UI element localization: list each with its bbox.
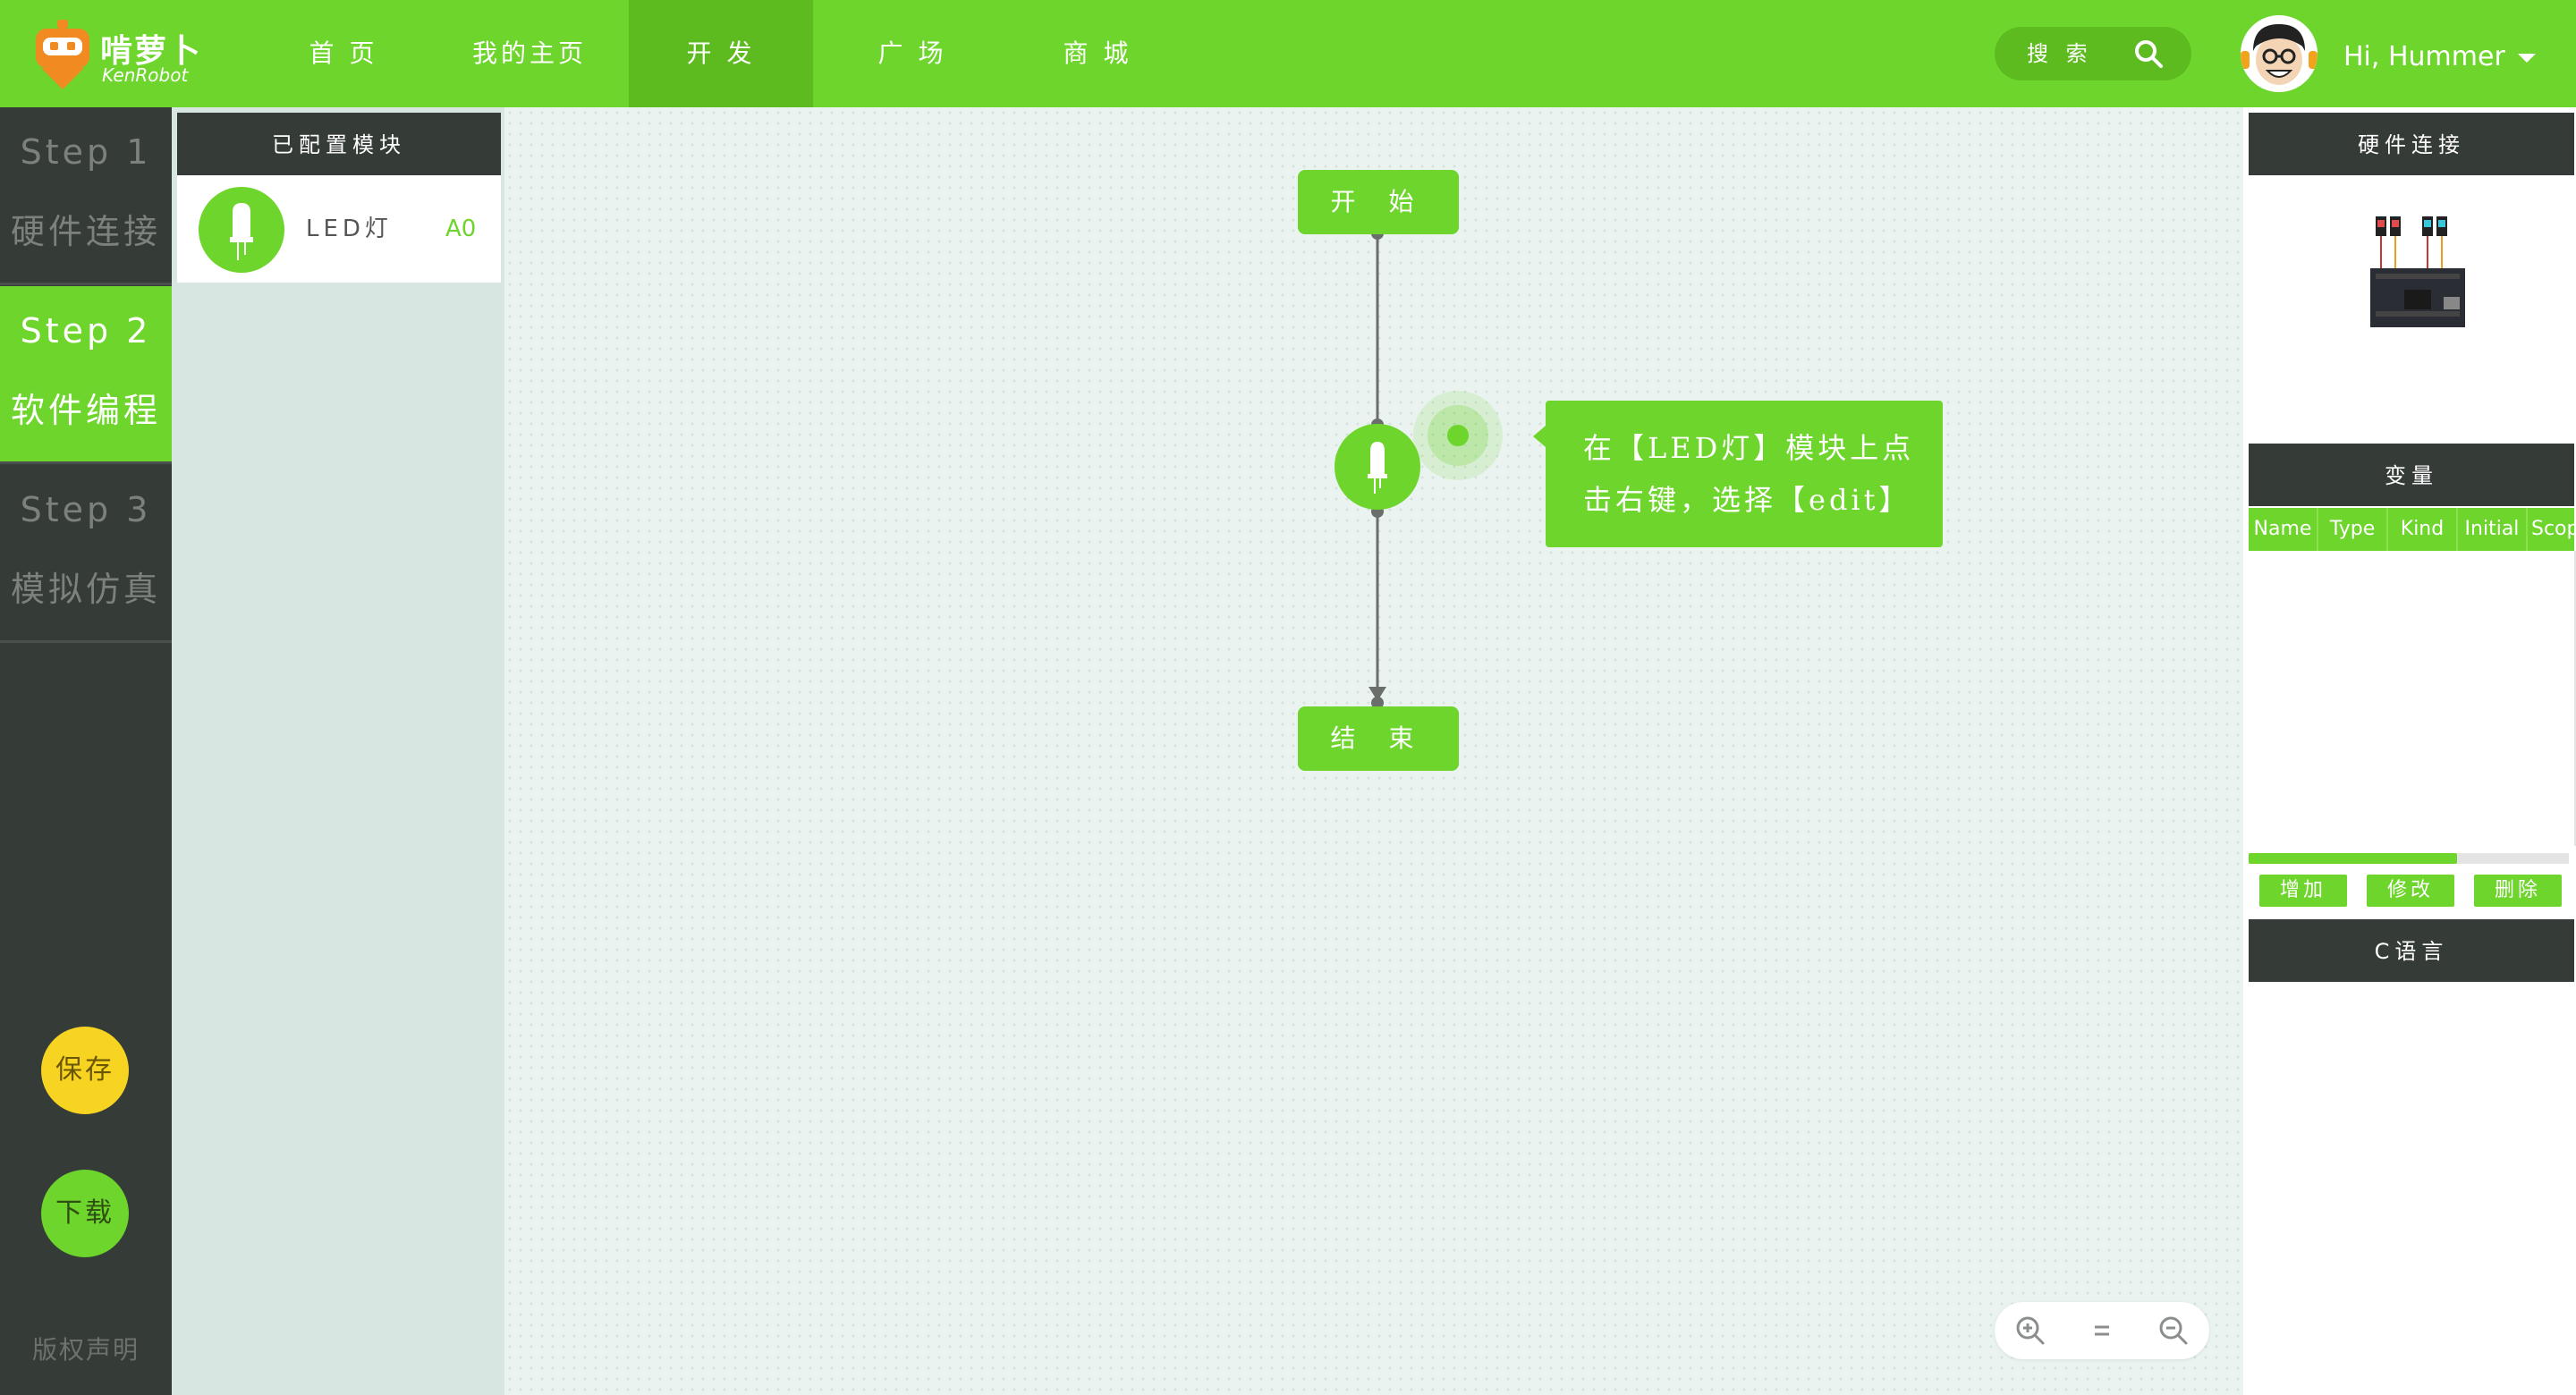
step-simulation[interactable]: Step 3 模拟仿真 [0,465,172,643]
hint-tooltip: 在【LED灯】模块上点 击右键，选择【edit】 [1533,401,1943,547]
search-label: 搜 索 [2027,41,2093,66]
c-code-area[interactable] [2249,982,2574,1393]
caret-down-icon[interactable] [2518,54,2536,63]
modules-panel-title: 已配置模块 [177,113,501,175]
zoom-in-icon[interactable] [2014,1315,2046,1347]
avatar-face-icon [2241,15,2318,92]
step-title: 软件编程 [10,391,161,430]
save-button[interactable]: 保存 [41,1027,129,1114]
kenrobot-logo[interactable]: 啃萝卜 KenRobot [34,16,213,91]
user-greeting[interactable]: Hi, Hummer [2343,0,2505,107]
add-variable-button[interactable]: 增加 [2259,875,2347,907]
zoom-reset-icon[interactable] [2086,1315,2118,1347]
step-number: Step 2 [20,311,152,351]
led-icon [1368,442,1387,494]
user-avatar[interactable] [2241,15,2318,92]
hardware-connection-header: 硬件连接 [2249,113,2574,175]
variables-header: 变量 [2249,444,2574,506]
variables-table-body[interactable] [2249,551,2576,846]
module-item-led[interactable]: LED灯 A0 [177,175,501,283]
scrollbar-thumb[interactable] [2249,853,2457,864]
nav-develop[interactable]: 开 发 [629,0,813,107]
search-icon[interactable] [2132,38,2165,70]
column-kind[interactable]: Kind [2388,508,2458,551]
c-language-header: C语言 [2249,919,2574,982]
nav-square[interactable]: 广 场 [837,0,987,107]
column-scope[interactable]: Scope [2528,508,2576,551]
variables-horizontal-scrollbar[interactable] [2249,853,2569,864]
nav-home[interactable]: 首 页 [268,0,419,107]
nav-store[interactable]: 商 城 [1022,0,1173,107]
step-number: Step 1 [20,132,152,172]
step-title: 模拟仿真 [10,570,161,609]
edit-variable-button[interactable]: 修改 [2367,875,2454,907]
tooltip-line-1: 在【LED灯】模块上点 [1583,431,1915,465]
zoom-toolbar [1995,1302,2209,1359]
led-icon [199,187,284,273]
right-panel: 硬件连接 变量 Name Type Kind Initial Scope 增加 … [2243,107,2576,1395]
brand-name-en: KenRobot [102,64,189,86]
module-port: A0 [445,216,477,242]
step-number: Step 3 [20,490,152,529]
flow-led-node[interactable] [1335,424,1420,510]
flow-start-node[interactable]: 开 始 [1298,170,1459,234]
configured-modules-panel: 已配置模块 LED灯 A0 [172,107,504,1395]
robot-mascot-icon [36,20,89,89]
step-sidebar: Step 1 硬件连接 Step 2 软件编程 Step 3 模拟仿真 保存 下… [0,107,172,1395]
module-name: LED灯 [306,216,393,242]
delete-variable-button[interactable]: 删除 [2474,875,2562,907]
column-initial[interactable]: Initial [2458,508,2528,551]
top-navigation-bar: 啃萝卜 KenRobot 首 页 我的主页 开 发 广 场 商 城 搜 索 Hi… [0,0,2576,107]
column-type[interactable]: Type [2318,508,2388,551]
step-software-programming[interactable]: Step 2 软件编程 [0,286,172,464]
search-box[interactable]: 搜 索 [1995,27,2191,80]
download-button[interactable]: 下载 [41,1170,129,1257]
flow-end-node[interactable]: 结 束 [1298,706,1459,771]
column-name[interactable]: Name [2249,508,2318,551]
tooltip-line-2: 击右键，选择【edit】 [1583,483,1911,517]
step-hardware-connection[interactable]: Step 1 硬件连接 [0,107,172,285]
variables-table-header: Name Type Kind Initial Scope [2249,508,2576,551]
copyright-link[interactable]: 版权声明 [0,1331,172,1366]
hardware-board-thumbnail[interactable] [2368,215,2467,340]
nav-my-homepage[interactable]: 我的主页 [454,0,605,107]
step-title: 硬件连接 [10,212,161,251]
zoom-out-icon[interactable] [2157,1315,2190,1347]
flow-canvas[interactable]: 开 始 结 束 在【LED灯】模块上点 击右键，选择【edit】 [504,107,2243,1395]
